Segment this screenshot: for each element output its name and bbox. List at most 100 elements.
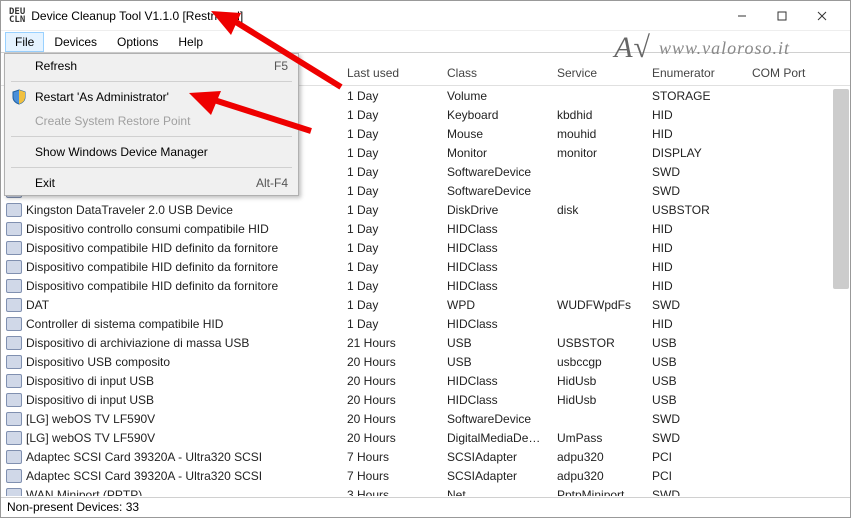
device-name: WAN Miniport (PPTP) (26, 488, 142, 497)
cell-last-used: 1 Day (339, 298, 439, 312)
cell-last-used: 1 Day (339, 222, 439, 236)
table-row[interactable]: Dispositivo compatibile HID definito da … (1, 257, 850, 276)
cell-enumerator: HID (644, 127, 744, 141)
cell-last-used: 1 Day (339, 260, 439, 274)
menu-file[interactable]: File (5, 32, 44, 52)
table-row[interactable]: Adaptec SCSI Card 39320A - Ultra320 SCSI… (1, 447, 850, 466)
status-text: Non-present Devices: 33 (7, 500, 139, 514)
cell-class: HIDClass (439, 222, 549, 236)
status-bar: Non-present Devices: 33 (1, 497, 850, 517)
cell-enumerator: STORAGE (644, 89, 744, 103)
cell-class: HIDClass (439, 317, 549, 331)
cell-last-used: 20 Hours (339, 355, 439, 369)
cell-class: USB (439, 355, 549, 369)
cell-enumerator: HID (644, 108, 744, 122)
table-row[interactable]: Dispositivo compatibile HID definito da … (1, 276, 850, 295)
device-name: Dispositivo USB composito (26, 355, 170, 369)
device-name: [LG] webOS TV LF590V (26, 431, 155, 445)
cell-class: HIDClass (439, 279, 549, 293)
menu-show-device-manager[interactable]: Show Windows Device Manager (5, 140, 298, 164)
col-com-port[interactable]: COM Port (744, 62, 824, 85)
cell-service: WUDFWpdFs (549, 298, 644, 312)
menu-devices[interactable]: Devices (44, 32, 107, 52)
separator (11, 81, 292, 82)
device-name: [LG] webOS TV LF590V (26, 412, 155, 426)
cell-service: HidUsb (549, 393, 644, 407)
cell-last-used: 21 Hours (339, 336, 439, 350)
table-row[interactable]: Dispositivo compatibile HID definito da … (1, 238, 850, 257)
cell-last-used: 1 Day (339, 241, 439, 255)
shortcut: Alt-F4 (256, 176, 288, 190)
table-row[interactable]: Dispositivo USB composito20 HoursUSBusbc… (1, 352, 850, 371)
cell-class: Keyboard (439, 108, 549, 122)
device-icon (6, 222, 22, 236)
table-row[interactable]: WAN Miniport (PPTP)3 HoursNetPptpMinipor… (1, 485, 850, 496)
cell-last-used: 20 Hours (339, 431, 439, 445)
cell-service: kbdhid (549, 108, 644, 122)
table-row[interactable]: Dispositivo di archiviazione di massa US… (1, 333, 850, 352)
window-controls (722, 2, 842, 30)
device-icon (6, 203, 22, 217)
cell-last-used: 1 Day (339, 184, 439, 198)
table-row[interactable]: [LG] webOS TV LF590V20 HoursDigitalMedia… (1, 428, 850, 447)
cell-last-used: 1 Day (339, 203, 439, 217)
menu-help[interactable]: Help (168, 32, 213, 52)
col-class[interactable]: Class (439, 62, 549, 85)
cell-last-used: 1 Day (339, 279, 439, 293)
table-row[interactable]: Adaptec SCSI Card 39320A - Ultra320 SCSI… (1, 466, 850, 485)
device-name: Kingston DataTraveler 2.0 USB Device (26, 203, 233, 217)
menu-item-label: Create System Restore Point (35, 114, 190, 128)
cell-class: SCSIAdapter (439, 469, 549, 483)
cell-last-used: 3 Hours (339, 488, 439, 497)
menu-item-label: Show Windows Device Manager (35, 145, 208, 159)
table-row[interactable]: Dispositivo di input USB20 HoursHIDClass… (1, 371, 850, 390)
title-bar: DEUCLN Device Cleanup Tool V1.1.0 [Restr… (1, 1, 850, 31)
col-service[interactable]: Service (549, 62, 644, 85)
cell-class: HIDClass (439, 260, 549, 274)
table-row[interactable]: DAT1 DayWPDWUDFWpdFsSWD (1, 295, 850, 314)
col-last-used[interactable]: Last used (339, 62, 439, 85)
cell-service: monitor (549, 146, 644, 160)
minimize-button[interactable] (722, 2, 762, 30)
menu-options[interactable]: Options (107, 32, 168, 52)
scrollbar-thumb[interactable] (833, 89, 849, 289)
cell-service: UmPass (549, 431, 644, 445)
cell-enumerator: SWD (644, 184, 744, 198)
menu-restart-admin[interactable]: Restart 'As Administrator' (5, 85, 298, 109)
cell-class: SoftwareDevice (439, 412, 549, 426)
table-row[interactable]: Dispositivo controllo consumi compatibil… (1, 219, 850, 238)
cell-service: adpu320 (549, 469, 644, 483)
menu-item-label: Restart 'As Administrator' (35, 90, 169, 104)
device-icon (6, 241, 22, 255)
menu-exit[interactable]: Exit Alt-F4 (5, 171, 298, 195)
menu-refresh[interactable]: Refresh F5 (5, 54, 298, 78)
device-name: Dispositivo compatibile HID definito da … (26, 241, 278, 255)
table-row[interactable]: Dispositivo di input USB20 HoursHIDClass… (1, 390, 850, 409)
cell-enumerator: PCI (644, 469, 744, 483)
cell-class: HIDClass (439, 374, 549, 388)
cell-service: adpu320 (549, 450, 644, 464)
menu-item-label: Refresh (35, 59, 77, 73)
cell-enumerator: SWD (644, 488, 744, 497)
device-name: Dispositivo controllo consumi compatibil… (26, 222, 269, 236)
col-enumerator[interactable]: Enumerator (644, 62, 744, 85)
cell-enumerator: USB (644, 355, 744, 369)
cell-class: SoftwareDevice (439, 165, 549, 179)
cell-enumerator: HID (644, 222, 744, 236)
cell-service: usbccgp (549, 355, 644, 369)
close-button[interactable] (802, 2, 842, 30)
file-menu-dropdown: Refresh F5 Restart 'As Administrator' Cr… (4, 53, 299, 196)
cell-last-used: 1 Day (339, 89, 439, 103)
table-row[interactable]: [LG] webOS TV LF590V20 HoursSoftwareDevi… (1, 409, 850, 428)
cell-class: HIDClass (439, 241, 549, 255)
cell-service: mouhid (549, 127, 644, 141)
cell-class: Mouse (439, 127, 549, 141)
cell-enumerator: SWD (644, 431, 744, 445)
device-icon (6, 450, 22, 464)
device-icon (6, 355, 22, 369)
table-row[interactable]: Kingston DataTraveler 2.0 USB Device 1 Da… (1, 200, 850, 219)
maximize-button[interactable] (762, 2, 802, 30)
table-row[interactable]: Controller di sistema compatibile HID1 D… (1, 314, 850, 333)
cell-enumerator: USB (644, 393, 744, 407)
cell-enumerator: HID (644, 241, 744, 255)
